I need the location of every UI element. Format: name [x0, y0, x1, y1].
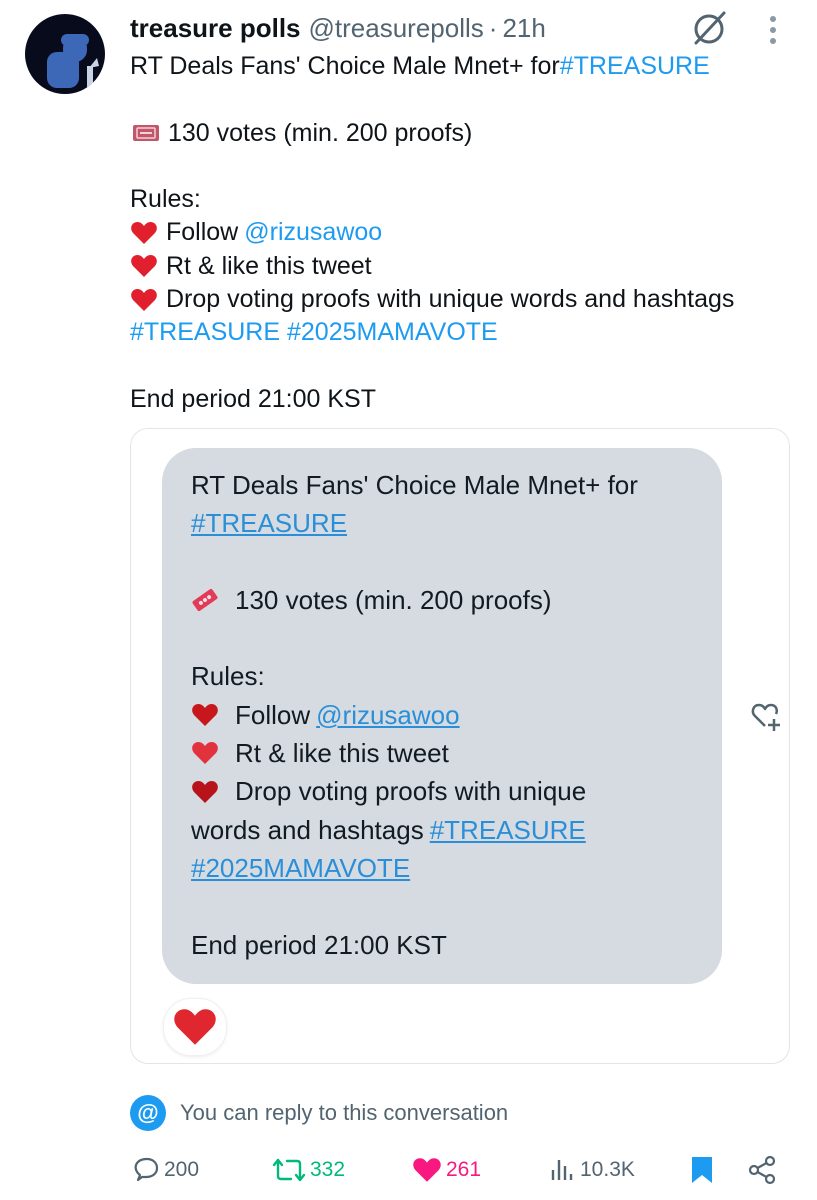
- heart-icon: [131, 288, 157, 311]
- end-period: End period 21:00 KST: [130, 384, 376, 413]
- tweet-header: treasure polls @treasurepolls · 21h: [130, 10, 546, 46]
- quoted-rule-1: Follow @rizusawoo: [191, 696, 711, 734]
- votes-line: 130 votes (min. 200 proofs): [130, 117, 790, 150]
- rule-3: Drop voting proofs with unique words and…: [130, 283, 790, 316]
- reaction-badge[interactable]: [163, 998, 227, 1056]
- like-icon: [413, 1158, 441, 1182]
- quoted-rule-1-text: Follow: [235, 699, 311, 730]
- retweet-icon: [272, 1158, 306, 1182]
- retweet-count: 332: [310, 1158, 346, 1181]
- reply-notice: @ You can reply to this conversation: [130, 1094, 508, 1132]
- quoted-line-1: RT Deals Fans' Choice Male Mnet+ for: [191, 470, 638, 500]
- heart-icon: [131, 222, 157, 245]
- like-count: 261: [446, 1158, 482, 1181]
- mention-link[interactable]: @rizusawoo: [244, 216, 382, 249]
- rule-2-text: Rt & like this tweet: [166, 251, 372, 280]
- reply-button[interactable]: 200: [132, 1148, 199, 1192]
- quoted-rule-3-cont: words and hashtags #TREASURE: [191, 811, 711, 849]
- quoted-message-text: RT Deals Fans' Choice Male Mnet+ for #TR…: [191, 466, 711, 964]
- quoted-hashtag-link-3[interactable]: #2025MAMAVOTE: [191, 849, 711, 887]
- quoted-mention-link[interactable]: @rizusawoo: [316, 696, 459, 734]
- quoted-hashtag-link[interactable]: #TREASURE: [191, 504, 711, 542]
- grok-icon[interactable]: [690, 10, 728, 46]
- quoted-hashtag-link-2[interactable]: #TREASURE: [430, 811, 586, 849]
- share-button[interactable]: [748, 1148, 780, 1192]
- heart-icon: [192, 703, 218, 726]
- reply-count: 200: [164, 1158, 200, 1181]
- at-icon: @: [130, 1095, 166, 1131]
- quoted-rule-3: Drop voting proofs with unique: [191, 772, 711, 810]
- tweet-text: RT Deals Fans' Choice Male Mnet+ for #TR…: [130, 50, 790, 416]
- author-name[interactable]: treasure polls: [130, 13, 301, 44]
- quoted-votes-line: 130 votes (min. 200 proofs): [191, 581, 711, 619]
- quoted-rule-3-text: Drop voting proofs with unique: [235, 776, 587, 807]
- retweet-button[interactable]: 332: [272, 1148, 345, 1192]
- share-icon: [748, 1155, 776, 1185]
- rule-3-text: Drop voting proofs with unique words and…: [166, 285, 735, 314]
- add-reaction-icon[interactable]: [750, 700, 784, 732]
- tweet-title: RT Deals Fans' Choice Male Mnet+ for: [130, 52, 560, 80]
- ticket-icon: [133, 125, 159, 142]
- ticket-icon: [192, 589, 218, 612]
- avatar[interactable]: [25, 14, 105, 94]
- more-icon[interactable]: [764, 14, 782, 46]
- heart-icon: [131, 255, 157, 278]
- like-button[interactable]: 261: [412, 1148, 481, 1192]
- votes-text: 130 votes (min. 200 proofs): [168, 118, 473, 147]
- quoted-rule-3-text-cont: words and hashtags: [191, 814, 424, 845]
- tweet-time[interactable]: 21h: [502, 13, 545, 44]
- views-icon: [551, 1160, 573, 1180]
- quoted-rule-2: Rt & like this tweet: [191, 734, 711, 772]
- views-count: 10.3K: [580, 1158, 635, 1181]
- rule-1-text: Follow: [166, 218, 239, 247]
- heart-icon: [192, 780, 218, 803]
- hashtag-link[interactable]: #TREASURE: [560, 50, 710, 83]
- reply-notice-text: You can reply to this conversation: [180, 1100, 509, 1125]
- rules-label: Rules:: [130, 185, 201, 214]
- quoted-end-period: End period 21:00 KST: [191, 929, 447, 960]
- heart-icon: [174, 1009, 216, 1045]
- tweet-title-line: RT Deals Fans' Choice Male Mnet+ for #TR…: [130, 50, 790, 83]
- rule-1: Follow @rizusawoo: [130, 216, 790, 249]
- reply-icon: [134, 1157, 159, 1182]
- quoted-rule-2-text: Rt & like this tweet: [235, 738, 449, 769]
- heart-icon: [192, 742, 218, 765]
- quoted-votes-text: 130 votes (min. 200 proofs): [235, 584, 552, 615]
- bookmark-button[interactable]: [690, 1148, 718, 1192]
- quoted-rules-label: Rules:: [191, 661, 265, 692]
- rule-2: Rt & like this tweet: [130, 250, 790, 283]
- views-button[interactable]: 10.3K: [548, 1148, 635, 1192]
- action-bar: 200 332 261 10.3K: [0, 1148, 817, 1192]
- bookmark-icon: [692, 1157, 712, 1183]
- hashtags-link[interactable]: #TREASURE #2025MAMAVOTE: [130, 316, 790, 349]
- separator-dot: ·: [488, 12, 498, 43]
- author-handle[interactable]: @treasurepolls: [309, 13, 484, 44]
